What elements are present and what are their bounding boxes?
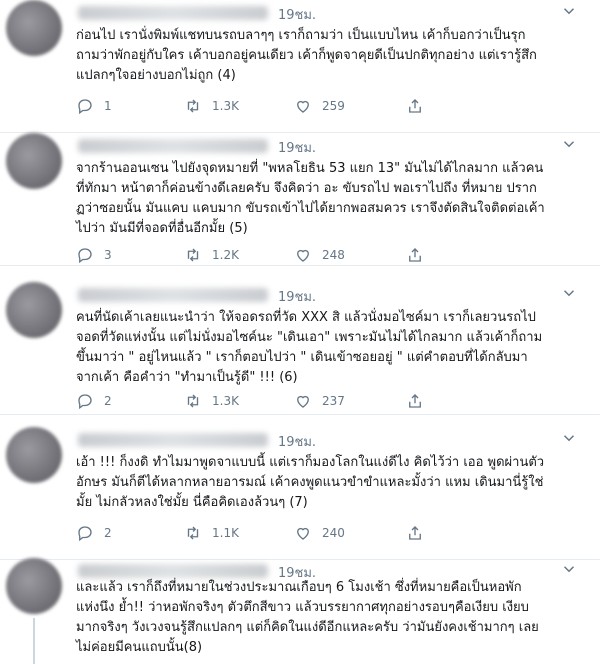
- author-name-blurred[interactable]: [78, 433, 268, 447]
- heart-icon: [297, 249, 309, 262]
- tweet-time[interactable]: 19ชม.: [278, 137, 316, 158]
- share-button[interactable]: [406, 97, 424, 115]
- chevron-down-icon[interactable]: [560, 429, 578, 447]
- tweet-actions: 1 1.3K 259: [76, 97, 516, 117]
- retweet-icon: [187, 248, 199, 262]
- like-count: 237: [322, 394, 345, 408]
- avatar[interactable]: [6, 0, 62, 56]
- tweet[interactable]: 19ชม. คนที่นัดเค้าเลยแนะนำว่า ให้จอดรถที…: [0, 282, 600, 415]
- heart-icon: [297, 395, 309, 408]
- reply-count: 2: [104, 394, 112, 408]
- heart-icon: [297, 527, 309, 540]
- share-icon: [409, 526, 421, 540]
- like-button[interactable]: 259: [294, 97, 345, 115]
- retweet-button[interactable]: 1.2K: [184, 246, 239, 264]
- tweet-text: เอ้า !!! ก็งงดิ ทำไมมาพูดจาแบบนี้ แต่เรา…: [76, 455, 545, 510]
- share-button[interactable]: [406, 524, 424, 542]
- chevron-down-icon[interactable]: [560, 284, 578, 302]
- author-name-blurred[interactable]: [78, 139, 268, 153]
- tweet-actions: 2 1.1K 240: [76, 524, 516, 544]
- reply-button[interactable]: 2: [76, 524, 112, 542]
- like-count: 240: [322, 526, 345, 540]
- retweet-count: 1.3K: [212, 99, 239, 113]
- tweet[interactable]: 19ชม. ก่อนไป เรานั่งพิมพ์แชทบนรถบลาๆๆ เร…: [0, 0, 600, 133]
- reply-button[interactable]: 2: [76, 392, 112, 410]
- chevron-down-icon[interactable]: [560, 135, 578, 153]
- tweet-text: และแล้ว เราก็ถึงที่หมายในช่วงประมาณเกือบ…: [76, 580, 539, 655]
- avatar[interactable]: [6, 282, 62, 338]
- like-count: 259: [322, 99, 345, 113]
- like-button[interactable]: 237: [294, 392, 345, 410]
- tweet-actions: 3 1.2K 248: [76, 246, 516, 266]
- retweet-count: 1.1K: [212, 526, 239, 540]
- tweet-time[interactable]: 19ชม.: [278, 286, 316, 307]
- author-name-blurred[interactable]: [78, 564, 268, 578]
- share-icon: [409, 394, 421, 408]
- like-button[interactable]: 240: [294, 524, 345, 542]
- avatar[interactable]: [6, 558, 62, 614]
- tweet-text: จากร้านออนเซน ไปยังจุดหมายที่ "พหลโยธิน …: [76, 161, 545, 236]
- tweet-text: ก่อนไป เรานั่งพิมพ์แชทบนรถบลาๆๆ เราก็ถาม…: [76, 28, 537, 83]
- reply-button[interactable]: 3: [76, 246, 112, 264]
- like-button[interactable]: 248: [294, 246, 345, 264]
- author-name-blurred[interactable]: [78, 288, 268, 302]
- reply-icon: [78, 99, 92, 115]
- reply-button[interactable]: 1: [76, 97, 112, 115]
- tweet-actions: 2 1.3K 237: [76, 392, 516, 412]
- reply-icon: [78, 248, 92, 264]
- retweet-icon: [187, 526, 199, 540]
- retweet-count: 1.3K: [212, 394, 239, 408]
- share-icon: [409, 99, 421, 113]
- avatar[interactable]: [6, 133, 62, 189]
- tweet[interactable]: 19ชม. และแล้ว เราก็ถึงที่หมายในช่วงประมา…: [0, 558, 600, 664]
- retweet-count: 1.2K: [212, 248, 239, 262]
- reply-count: 2: [104, 526, 112, 540]
- reply-count: 1: [104, 99, 112, 113]
- tweet-text: คนที่นัดเค้าเลยแนะนำว่า ให้จอดรถที่วัด X…: [76, 310, 543, 385]
- retweet-button[interactable]: 1.3K: [184, 392, 239, 410]
- heart-icon: [297, 100, 309, 113]
- share-button[interactable]: [406, 392, 424, 410]
- reply-icon: [78, 394, 92, 410]
- chevron-down-icon[interactable]: [560, 560, 578, 578]
- reply-icon: [78, 526, 92, 542]
- like-count: 248: [322, 248, 345, 262]
- retweet-icon: [187, 99, 199, 113]
- share-button[interactable]: [406, 246, 424, 264]
- tweet-time[interactable]: 19ชม.: [278, 431, 316, 452]
- tweet-time[interactable]: 19ชม.: [278, 4, 316, 25]
- retweet-button[interactable]: 1.3K: [184, 97, 239, 115]
- retweet-icon: [187, 394, 199, 408]
- retweet-button[interactable]: 1.1K: [184, 524, 239, 542]
- tweet[interactable]: 19ชม. จากร้านออนเซน ไปยังจุดหมายที่ "พหล…: [0, 133, 600, 266]
- tweet[interactable]: 19ชม. เอ้า !!! ก็งงดิ ทำไมมาพูดจาแบบนี้ …: [0, 427, 600, 560]
- avatar[interactable]: [6, 427, 62, 483]
- reply-count: 3: [104, 248, 112, 262]
- share-icon: [409, 248, 421, 262]
- chevron-down-icon[interactable]: [560, 2, 578, 20]
- thread-line: [33, 618, 35, 664]
- author-name-blurred[interactable]: [78, 6, 268, 20]
